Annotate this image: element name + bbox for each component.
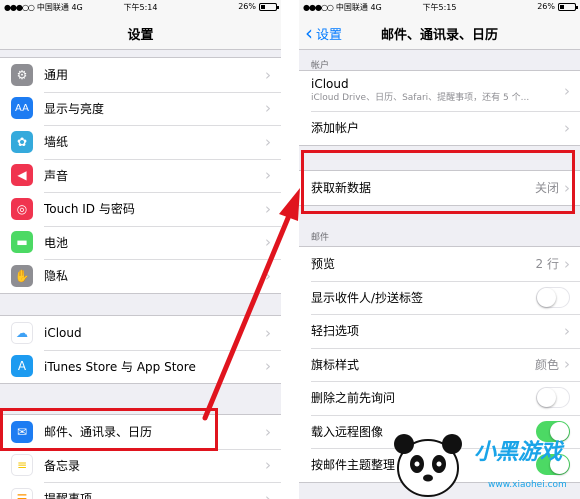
- watermark: 小黑游戏 www.xiaohei.com: [388, 418, 580, 499]
- panda-logo-icon: [394, 434, 462, 497]
- watermark-url: www.xiaohei.com: [488, 480, 567, 490]
- watermark-name: 小黑游戏: [474, 440, 563, 465]
